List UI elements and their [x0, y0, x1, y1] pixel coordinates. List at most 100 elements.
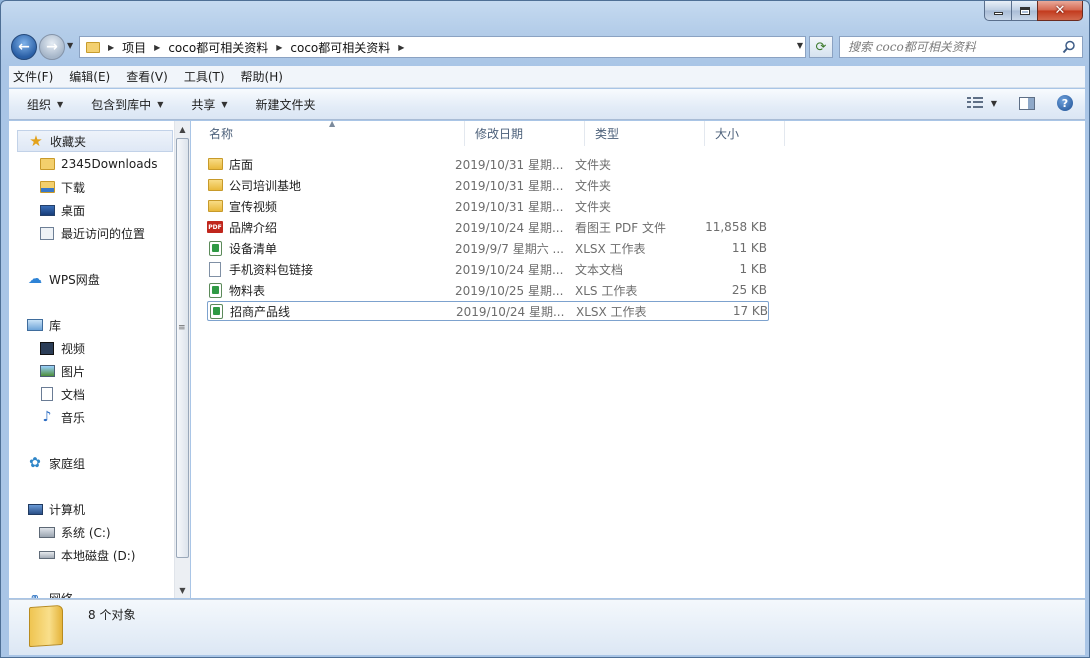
file-row[interactable]: 店面 2019/10/31 星期... 文件夹: [207, 154, 767, 174]
view-options-dropdown[interactable]: ▼: [991, 99, 997, 108]
menu-edit[interactable]: 编辑(E): [69, 68, 110, 85]
nav-item-label: 本地磁盘 (D:): [61, 548, 136, 563]
forward-button[interactable]: →: [39, 34, 65, 60]
new-folder-button[interactable]: 新建文件夹: [256, 96, 316, 113]
maximize-button[interactable]: [1011, 1, 1037, 21]
file-name: 物料表: [229, 283, 266, 298]
scroll-down-icon[interactable]: ▼: [175, 582, 190, 598]
nav-favorites[interactable]: ★ 收藏夹: [17, 130, 173, 152]
cloud-icon: ☁: [28, 271, 42, 287]
breadcrumb-item[interactable]: 项目 ▶: [122, 39, 168, 56]
nav-wps-cloud[interactable]: ☁ WPS网盘: [27, 268, 100, 290]
column-header-date[interactable]: 修改日期: [465, 121, 585, 146]
column-header-size[interactable]: 大小: [705, 121, 785, 146]
address-row: ← → ▼ ▶ 项目 ▶ coco都可相关资料 ▶ coco都可相关资料 ▶ ▼ ⟳: [1, 31, 1089, 63]
close-button[interactable]: ✕: [1037, 1, 1083, 21]
nav-item-documents[interactable]: 文档: [39, 383, 85, 405]
file-size: 11 KB: [731, 241, 767, 255]
nav-libraries[interactable]: 库: [27, 314, 61, 336]
column-header-label: 类型: [595, 127, 620, 141]
address-history-dropdown[interactable]: ▼: [797, 41, 803, 50]
breadcrumb-item[interactable]: coco都可相关资料 ▶: [290, 39, 412, 56]
forward-arrow-icon: →: [46, 39, 58, 55]
include-library-button[interactable]: 包含到库中 ▼: [91, 96, 163, 113]
navigation-pane: ★ 收藏夹 2345Downloads 下载 桌面 最近访问的位置 ☁ WPS网…: [9, 121, 189, 598]
file-date: 2019/10/25 星期...: [455, 283, 564, 298]
nav-item-label: 文档: [61, 387, 86, 402]
nav-item-pictures[interactable]: 图片: [39, 360, 85, 382]
breadcrumb-root-arrow[interactable]: ▶: [106, 43, 122, 52]
file-row[interactable]: 物料表 2019/10/25 星期... XLS 工作表 25 KB: [207, 280, 767, 300]
column-header-label: 大小: [715, 127, 740, 141]
file-row[interactable]: 宣传视频 2019/10/31 星期... 文件夹: [207, 196, 767, 216]
file-name: 宣传视频: [229, 199, 278, 214]
nav-item-drive-d[interactable]: 本地磁盘 (D:): [39, 544, 135, 566]
refresh-icon: ⟳: [815, 39, 827, 55]
nav-item-label: 视频: [61, 341, 86, 356]
minimize-button[interactable]: [984, 1, 1011, 21]
file-type: XLSX 工作表: [575, 241, 646, 256]
nav-item-desktop[interactable]: 桌面: [39, 199, 85, 221]
nav-item-music[interactable]: ♪ 音乐: [39, 406, 85, 428]
file-date: 2019/10/24 星期...: [455, 262, 564, 277]
recent-pages-dropdown[interactable]: ▼: [67, 41, 73, 50]
file-row[interactable]: 公司培训基地 2019/10/31 星期... 文件夹: [207, 175, 767, 195]
file-name-cell: PDF 品牌介绍: [207, 219, 455, 236]
scroll-up-icon[interactable]: ▲: [175, 121, 190, 137]
scroll-thumb[interactable]: [176, 138, 189, 558]
file-type: 看图王 PDF 文件: [575, 220, 667, 235]
share-button[interactable]: 共享 ▼: [191, 96, 227, 113]
file-name-cell: 设备清单: [207, 240, 455, 257]
file-row-focused[interactable]: 招商产品线 2019/10/24 星期... XLSX 工作表 17 KB: [207, 301, 769, 321]
file-type: 文件夹: [575, 157, 612, 172]
file-date: 2019/10/24 星期...: [456, 304, 565, 319]
address-bar[interactable]: ▶ 项目 ▶ coco都可相关资料 ▶ coco都可相关资料 ▶ ▼: [79, 36, 806, 58]
column-header-type[interactable]: 类型: [585, 121, 705, 146]
back-button[interactable]: ←: [11, 34, 37, 60]
folder-icon: [86, 41, 100, 53]
nav-libraries-label: 库: [49, 318, 62, 333]
nav-homegroup[interactable]: ✿ 家庭组: [27, 452, 85, 474]
nav-item-videos[interactable]: 视频: [39, 337, 85, 359]
menu-help[interactable]: 帮助(H): [241, 68, 283, 85]
nav-item-2345downloads[interactable]: 2345Downloads: [39, 153, 157, 175]
file-size: 11,858 KB: [705, 220, 767, 234]
menu-view[interactable]: 查看(V): [126, 68, 168, 85]
organize-button[interactable]: 组织 ▼: [27, 96, 63, 113]
change-view-icon[interactable]: [966, 97, 983, 109]
search-input[interactable]: [848, 40, 1058, 54]
nav-item-label: 图片: [61, 364, 86, 379]
folder-icon: [39, 157, 55, 171]
caption-buttons: ✕: [984, 1, 1083, 21]
nav-item-downloads[interactable]: 下载: [39, 176, 85, 198]
nav-scrollbar[interactable]: ▲ ≡ ▼: [174, 121, 190, 598]
file-type: 文件夹: [575, 178, 612, 193]
chevron-right-icon: ▶: [398, 42, 405, 52]
nav-item-drive-c[interactable]: 系统 (C:): [39, 521, 111, 543]
file-row[interactable]: PDF 品牌介绍 2019/10/24 星期... 看图王 PDF 文件 11,8…: [207, 217, 767, 237]
nav-computer[interactable]: 计算机: [27, 498, 85, 520]
search-box[interactable]: [839, 36, 1083, 58]
nav-network[interactable]: ⚭ 网络: [27, 587, 73, 599]
chevron-down-icon: ▼: [157, 99, 164, 109]
file-name: 店面: [229, 157, 254, 172]
file-row[interactable]: 手机资料包链接 2019/10/24 星期... 文本文档 1 KB: [207, 259, 767, 279]
file-row[interactable]: 设备清单 2019/9/7 星期六 ... XLSX 工作表 11 KB: [207, 238, 767, 258]
download-folder-icon: [39, 180, 55, 194]
preview-pane-icon[interactable]: [1019, 96, 1035, 110]
file-name: 招商产品线: [230, 304, 291, 319]
file-size: 25 KB: [731, 283, 767, 297]
file-type: 文本文档: [575, 262, 624, 277]
column-header-name[interactable]: 名称 ▲: [199, 119, 465, 146]
menu-file[interactable]: 文件(F): [13, 68, 53, 85]
network-icon: ⚭: [29, 590, 41, 599]
menu-tools[interactable]: 工具(T): [184, 68, 225, 85]
help-icon[interactable]: ?: [1057, 95, 1073, 111]
recent-places-icon: [39, 226, 55, 240]
breadcrumb-item[interactable]: coco都可相关资料 ▶: [168, 39, 290, 56]
minimize-icon: [993, 12, 1003, 15]
nav-item-recent-places[interactable]: 最近访问的位置: [39, 222, 145, 244]
refresh-button[interactable]: ⟳: [809, 36, 833, 58]
search-icon[interactable]: [1062, 40, 1076, 54]
file-name-cell: 物料表: [207, 282, 455, 299]
